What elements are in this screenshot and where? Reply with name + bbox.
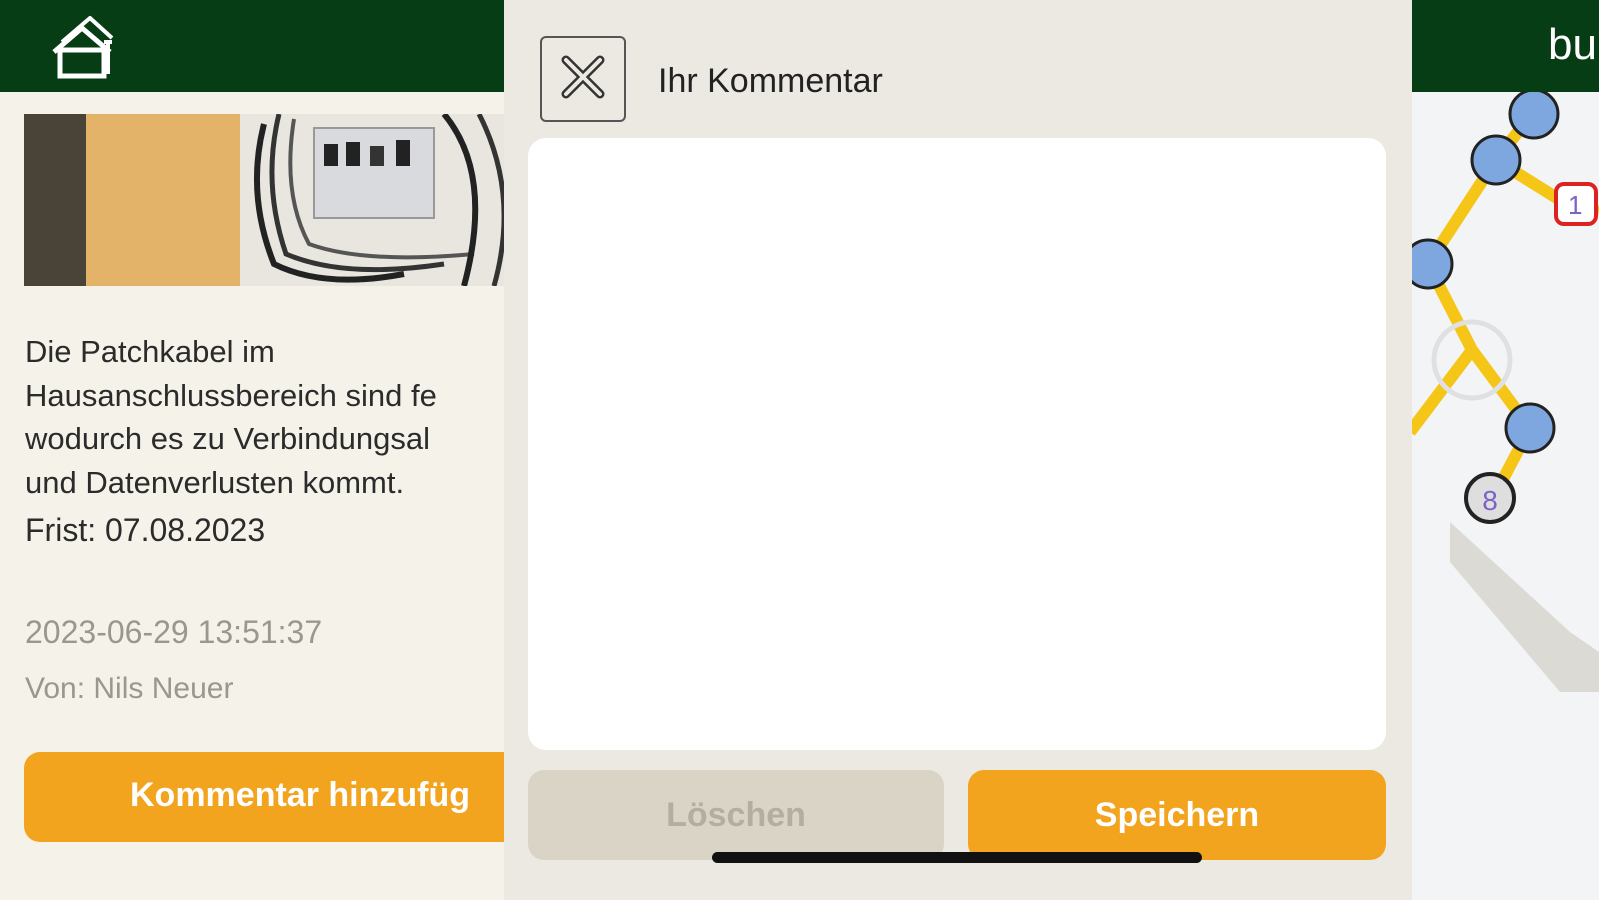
issue-photo[interactable] <box>24 114 520 286</box>
home-indicator <box>712 852 1202 863</box>
delete-button[interactable]: Löschen <box>528 770 944 860</box>
map-node <box>1508 92 1560 140</box>
add-comment-label: Kommentar hinzufüg <box>130 776 470 814</box>
save-button[interactable]: Speichern <box>968 770 1386 860</box>
issue-description: Die Patchkabel im Hausanschlussbereich s… <box>25 334 437 500</box>
comment-textarea[interactable] <box>528 138 1386 750</box>
home-icon[interactable] <box>48 12 116 80</box>
issue-detail-panel: Die Patchkabel im Hausanschlussbereich s… <box>0 92 534 900</box>
map-view[interactable]: 8 1 <box>1410 92 1599 900</box>
close-icon <box>560 54 606 105</box>
map-marker-label: 1 <box>1568 190 1582 220</box>
issue-deadline: Frist: 07.08.2023 <box>25 512 266 548</box>
map-marker-label: 8 <box>1482 485 1498 516</box>
map-node <box>1504 402 1556 454</box>
add-comment-button[interactable]: Kommentar hinzufüg <box>24 752 534 842</box>
map-node <box>1410 238 1454 290</box>
brand-text: bu <box>1548 20 1597 69</box>
issue-timestamp: 2023-06-29 13:51:37 <box>25 614 323 650</box>
close-button[interactable] <box>540 36 626 122</box>
modal-title: Ihr Kommentar <box>658 62 883 100</box>
map-node <box>1470 134 1522 186</box>
issue-author: Von: Nils Neuer <box>25 672 234 705</box>
